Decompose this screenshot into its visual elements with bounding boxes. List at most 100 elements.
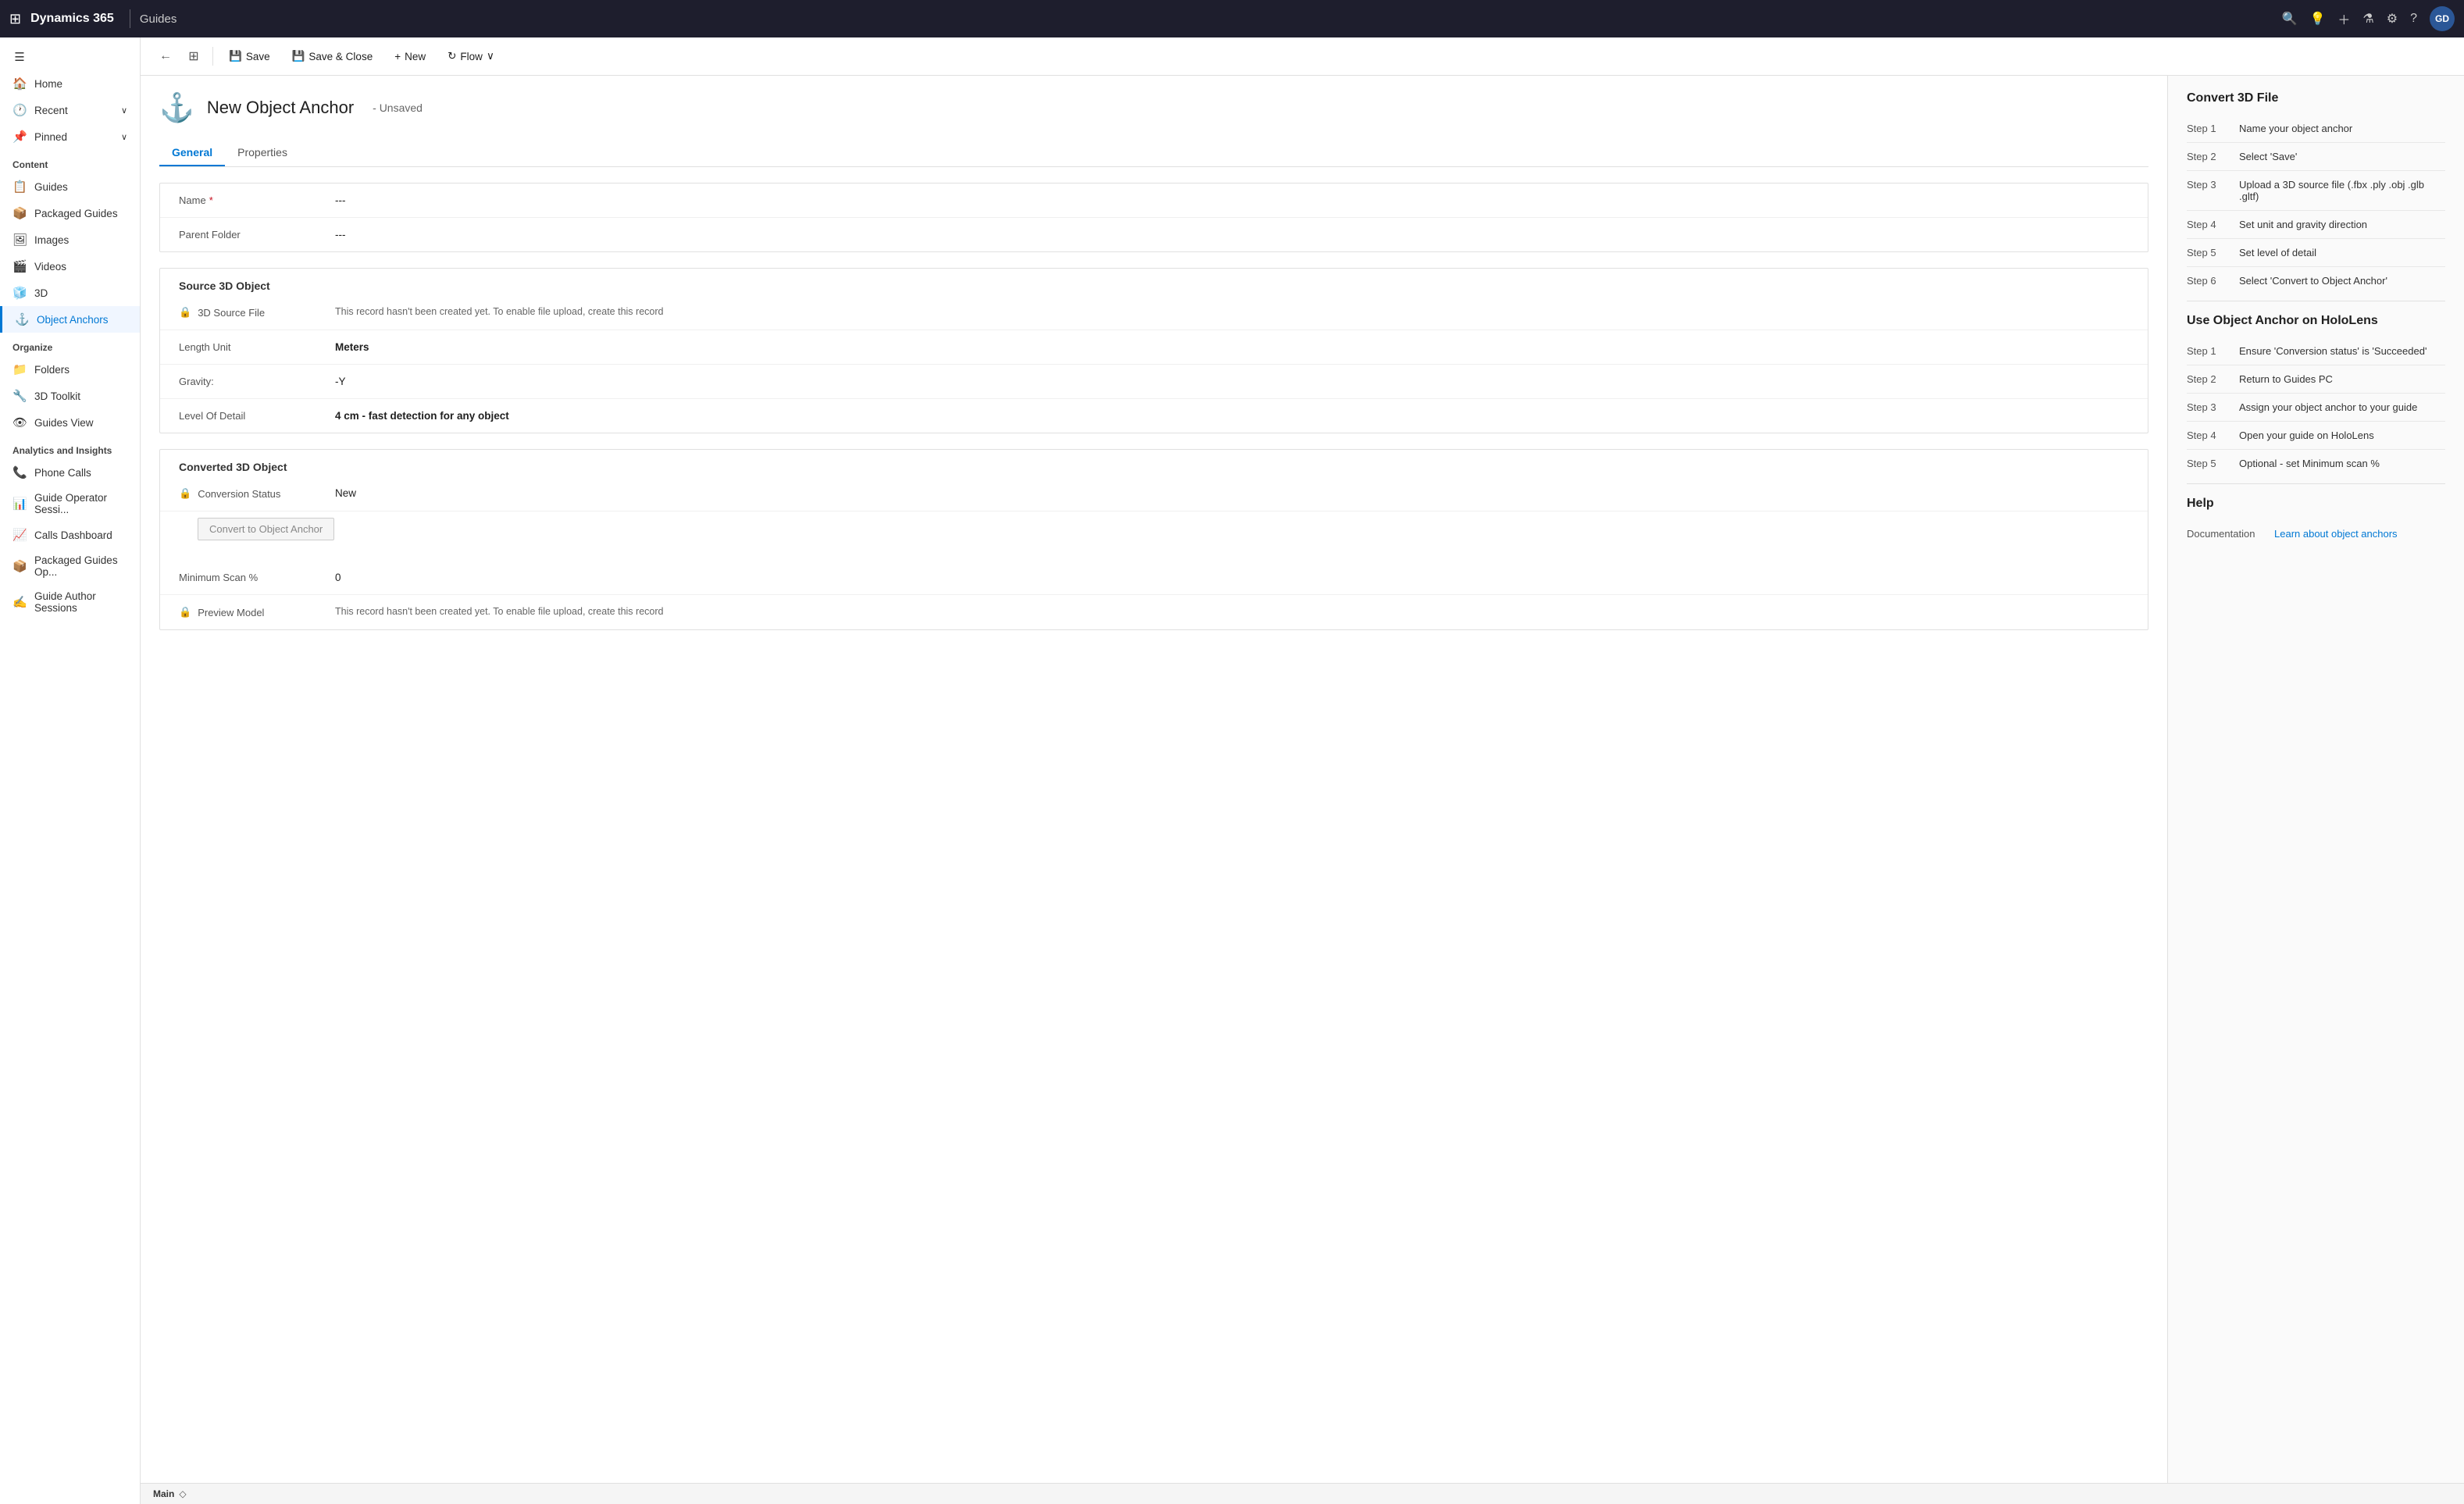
guides-view-icon: 👁	[12, 415, 27, 429]
convert-step-row: Step 2Select 'Save'	[2187, 143, 2445, 171]
preview-model-label: 🔒 Preview Model	[179, 606, 335, 618]
new-button[interactable]: + New	[385, 46, 435, 67]
sidebar-item-packaged-guides-op[interactable]: 📦 Packaged Guides Op...	[0, 548, 140, 584]
avatar[interactable]: GD	[2430, 6, 2455, 31]
sidebar-3d-toolkit-label: 3D Toolkit	[34, 390, 80, 402]
help-icon[interactable]: ?	[2410, 12, 2417, 26]
sidebar-item-guide-author[interactable]: ✍ Guide Author Sessions	[0, 584, 140, 620]
sidebar-item-3d-toolkit[interactable]: 🔧 3D Toolkit	[0, 383, 140, 409]
lock-icon-1: 🔒	[179, 306, 191, 319]
sidebar-item-pinned[interactable]: 📌 Pinned ∨	[0, 123, 140, 150]
packaged-op-icon: 📦	[12, 559, 27, 573]
step-text: Set unit and gravity direction	[2239, 219, 2367, 230]
hololens-title: Use Object Anchor on HoloLens	[2187, 314, 2445, 328]
hololens-steps-list: Step 1Ensure 'Conversion status' is 'Suc…	[2187, 337, 2445, 477]
name-required: *	[209, 194, 213, 206]
sidebar: ☰ 🏠 Home 🕐 Recent ∨ 📌 Pinned ∨ Content 📋…	[0, 37, 141, 1504]
step-label: Step 2	[2187, 151, 2230, 162]
save-close-button[interactable]: 💾 Save & Close	[283, 45, 383, 67]
gravity-value[interactable]: -Y	[335, 376, 2129, 387]
step-text: Open your guide on HoloLens	[2239, 429, 2374, 441]
sidebar-item-images[interactable]: 🖼 Images	[0, 226, 140, 253]
sidebar-guides-label: Guides	[34, 181, 68, 193]
length-unit-label: Length Unit	[179, 341, 335, 353]
recent-icon: 🕐	[12, 103, 27, 117]
convert-step-row: Step 6Select 'Convert to Object Anchor'	[2187, 267, 2445, 294]
settings-icon[interactable]: ⚙	[2387, 11, 2398, 27]
sidebar-item-recent[interactable]: 🕐 Recent ∨	[0, 97, 140, 123]
waffle-icon[interactable]: ⊞	[9, 11, 21, 27]
name-value[interactable]: ---	[335, 194, 2129, 206]
sidebar-item-3d[interactable]: 🧊 3D	[0, 280, 140, 306]
guides-icon: 📋	[12, 180, 27, 194]
sidebar-videos-label: Videos	[34, 261, 66, 273]
level-of-detail-value[interactable]: 4 cm - fast detection for any object	[335, 410, 2129, 422]
sidebar-item-guides-view[interactable]: 👁 Guides View	[0, 409, 140, 436]
minimum-scan-row: Minimum Scan % 0	[160, 561, 2148, 595]
pin-icon: 📌	[12, 130, 27, 144]
flow-button[interactable]: ↻ Flow ∨	[438, 45, 504, 67]
sidebar-packaged-op-label: Packaged Guides Op...	[34, 554, 127, 578]
sidebar-collapse[interactable]: ☰	[0, 44, 140, 70]
save-close-label: Save & Close	[308, 51, 373, 62]
learn-about-object-anchors-link[interactable]: Learn about object anchors	[2274, 528, 2398, 540]
sidebar-3d-label: 3D	[34, 287, 48, 299]
recent-chevron: ∨	[121, 105, 127, 116]
table-view-button[interactable]: ⊞	[181, 44, 206, 69]
source-3d-card: Source 3D Object 🔒 3D Source File This r…	[159, 268, 2148, 433]
level-of-detail-label: Level Of Detail	[179, 410, 335, 422]
parent-folder-row: Parent Folder ---	[160, 218, 2148, 251]
search-icon[interactable]: 🔍	[2282, 11, 2298, 27]
images-icon: 🖼	[12, 233, 27, 247]
step-label: Step 6	[2187, 275, 2230, 287]
step-label: Step 5	[2187, 458, 2230, 469]
conversion-status-value: New	[335, 487, 2129, 499]
convert-step-row: Step 5Set level of detail	[2187, 239, 2445, 267]
sidebar-packaged-guides-label: Packaged Guides	[34, 208, 118, 219]
sidebar-pinned-label: Pinned	[34, 131, 67, 143]
sidebar-item-folders[interactable]: 📁 Folders	[0, 356, 140, 383]
back-button[interactable]: ←	[153, 44, 178, 69]
sidebar-item-packaged-guides[interactable]: 📦 Packaged Guides	[0, 200, 140, 226]
folders-icon: 📁	[12, 362, 27, 376]
flow-label: Flow	[460, 51, 483, 62]
source-3d-file-label: 🔒 3D Source File	[179, 306, 335, 319]
object-anchors-icon: ⚓	[15, 312, 29, 326]
minimum-scan-value[interactable]: 0	[335, 572, 2129, 583]
sidebar-item-calls-dashboard[interactable]: 📈 Calls Dashboard	[0, 522, 140, 548]
sidebar-item-home[interactable]: 🏠 Home	[0, 70, 140, 97]
page-title: New Object Anchor	[207, 98, 354, 118]
save-button[interactable]: 💾 Save	[219, 45, 280, 67]
sidebar-item-guide-operator[interactable]: 📊 Guide Operator Sessi...	[0, 486, 140, 522]
gravity-label: Gravity:	[179, 376, 335, 387]
help-title: Help	[2187, 497, 2445, 511]
new-label: New	[405, 51, 426, 62]
tab-properties[interactable]: Properties	[225, 140, 300, 166]
sidebar-item-guides[interactable]: 📋 Guides	[0, 173, 140, 200]
step-label: Step 4	[2187, 429, 2230, 441]
convert-step-row: Step 1Name your object anchor	[2187, 115, 2445, 143]
parent-folder-value[interactable]: ---	[335, 229, 2129, 241]
collapse-icon: ☰	[12, 50, 27, 64]
sidebar-item-object-anchors[interactable]: ⚓ Object Anchors	[0, 306, 140, 333]
step-label: Step 1	[2187, 123, 2230, 134]
app-title: Dynamics 365	[30, 12, 114, 26]
plus-icon[interactable]: ＋	[2337, 9, 2350, 28]
sidebar-item-videos[interactable]: 🎬 Videos	[0, 253, 140, 280]
convert-to-object-anchor-button[interactable]: Convert to Object Anchor	[198, 518, 334, 540]
conversion-status-label: 🔒 Conversion Status	[179, 487, 335, 500]
pinned-chevron: ∨	[121, 132, 127, 142]
step-label: Step 5	[2187, 247, 2230, 258]
lightbulb-icon[interactable]: 💡	[2309, 11, 2325, 27]
tab-general[interactable]: General	[159, 140, 225, 166]
converted-3d-section-title: Converted 3D Object	[160, 450, 2148, 476]
length-unit-value[interactable]: Meters	[335, 341, 2129, 353]
filter-icon[interactable]: ⚗	[2362, 11, 2373, 27]
page-status: - Unsaved	[373, 102, 423, 114]
conversion-status-row: 🔒 Conversion Status New	[160, 476, 2148, 511]
dashboard-icon: 📈	[12, 528, 27, 542]
help-row: Documentation Learn about object anchors	[2187, 520, 2445, 547]
sidebar-item-phone-calls[interactable]: 📞 Phone Calls	[0, 459, 140, 486]
step-label: Step 3	[2187, 401, 2230, 413]
hololens-step-row: Step 5Optional - set Minimum scan %	[2187, 450, 2445, 477]
